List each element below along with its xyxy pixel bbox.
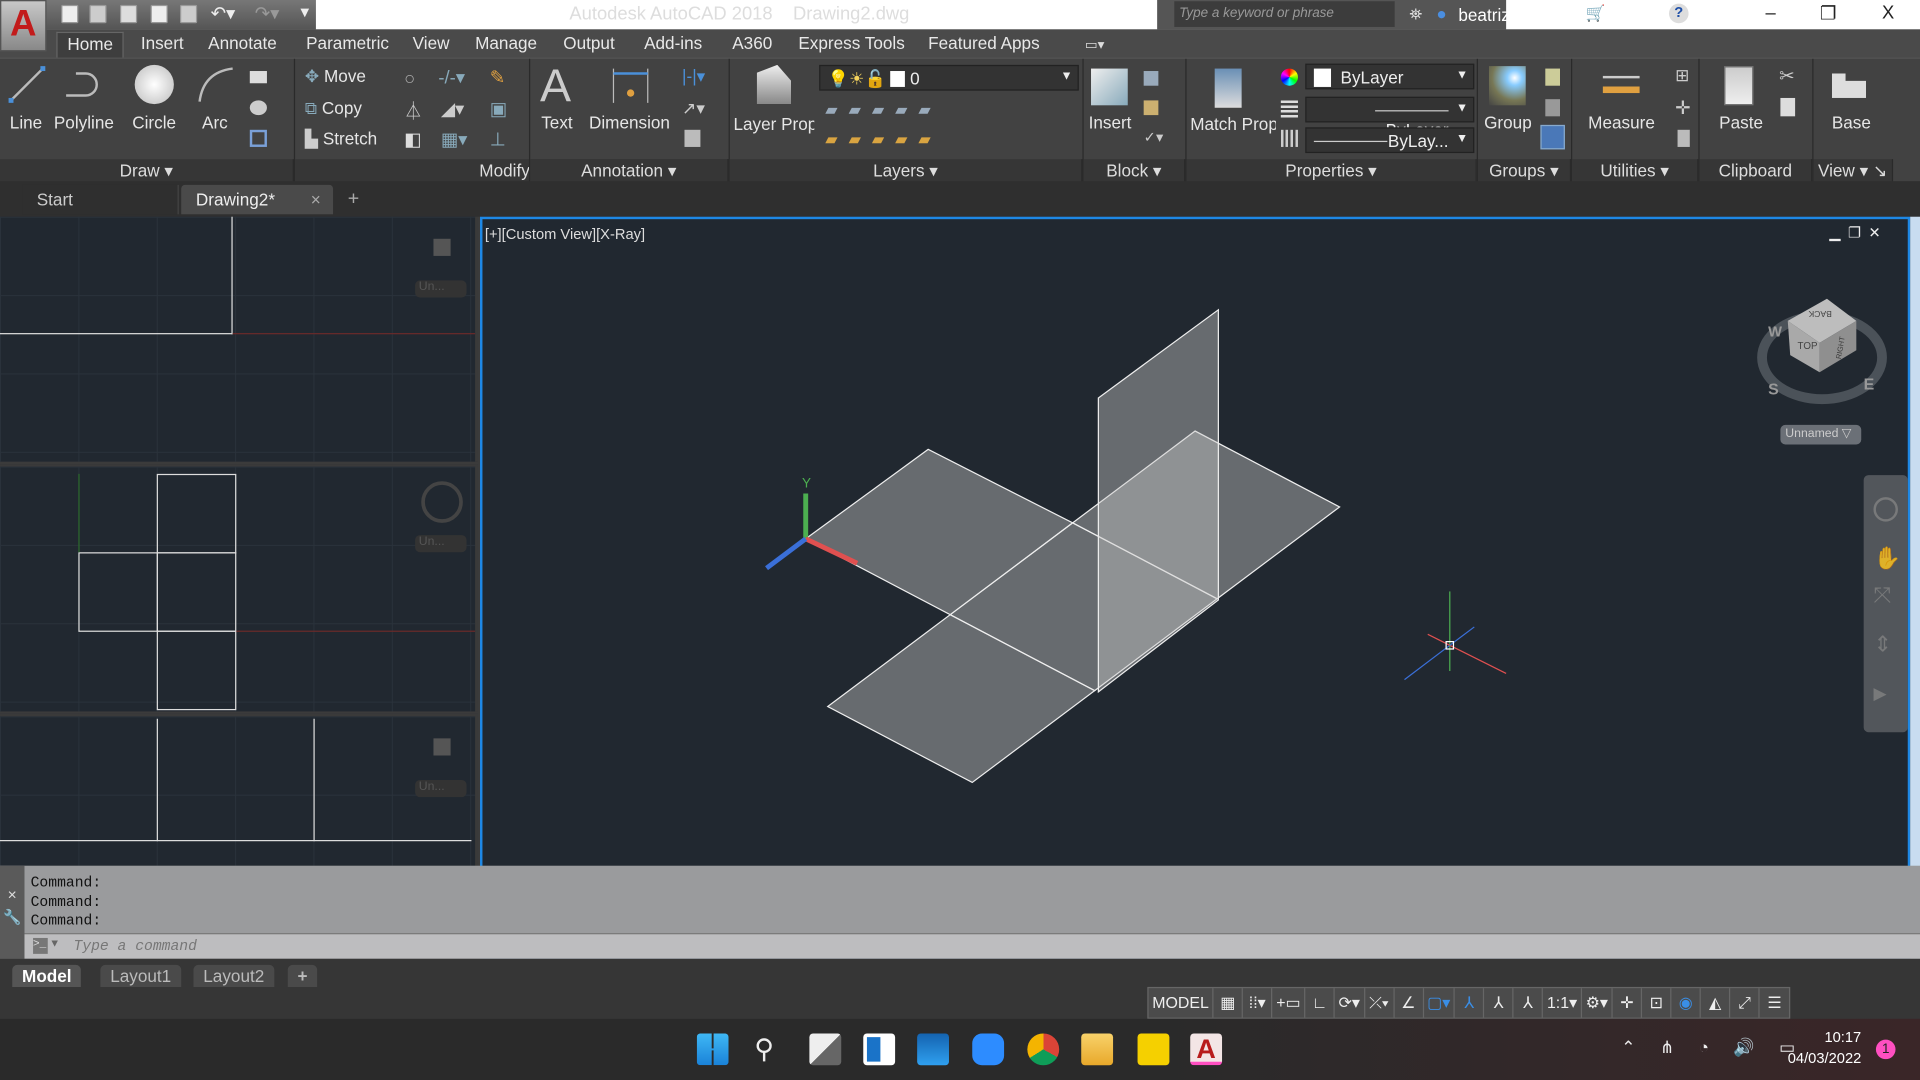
quick-properties-icon[interactable]: ◉ [1672,988,1701,1018]
sticky-notes-icon[interactable] [1137,1033,1170,1066]
history-line: Command: [30,874,102,892]
compass-s: S [1768,381,1779,398]
graphics-performance-icon[interactable]: ◭ [1701,988,1731,1018]
recent-commands-dropdown[interactable]: ▼ [51,938,58,950]
mail-icon[interactable] [917,1033,949,1066]
notification-badge[interactable]: 1 [1875,1039,1896,1060]
history-line: Command: [30,912,102,930]
named-view-dropdown[interactable]: Unnamed ▽ [1780,424,1862,445]
grid-icon[interactable]: ▦ [1214,988,1244,1018]
tab-model[interactable]: Model [12,964,82,987]
zoom-extents-icon[interactable]: ⤧ [1873,583,1891,609]
ucs-y-label: Y [802,475,811,490]
steering-wheel-icon[interactable] [1873,497,1898,522]
viewcube-top: TOP [1798,341,1818,352]
snap-icon[interactable]: ⁞⁞▾ [1243,988,1273,1018]
polar-tracking-icon[interactable]: ⟳▾ [1335,988,1365,1018]
autocad-taskbar-icon[interactable]: A [1190,1033,1223,1066]
history-line: Command: [30,893,102,911]
add-layout-button[interactable]: + [287,964,318,987]
viewcube-back: BACK [1808,309,1832,319]
command-placeholder: Type a command [73,937,197,956]
navigation-bar: ✋ ⤧ ⇕ ▶ [1863,475,1908,733]
ortho-icon[interactable]: ∟ [1305,988,1335,1018]
object-snap-icon[interactable]: ▢▾ [1424,988,1456,1018]
file-explorer-icon[interactable] [1081,1033,1114,1066]
command-input[interactable]: >_ ▼ Type a command [24,933,1920,959]
command-window: ✕ 🔧 Command: Command: Command: >_ ▼ Type… [0,865,1920,959]
crosshair-cursor [1404,591,1507,681]
workspace-gear-icon[interactable]: ⚙▾ [1582,988,1613,1018]
clock-date: 04/03/2022 [1787,1049,1862,1067]
showmotion-icon[interactable]: ▶ [1873,683,1886,704]
command-history: Command: Command: Command: [31,874,102,931]
customization-menu-icon[interactable]: ☰ [1760,988,1789,1017]
search-taskbar-icon[interactable]: ⚲ [754,1033,786,1065]
widgets-icon[interactable] [863,1033,896,1066]
object-snap-tracking-icon[interactable]: ∠ [1394,988,1424,1018]
auto-scale-icon[interactable]: ⅄ [1485,988,1514,1018]
dynamic-input-icon[interactable]: +▭ [1273,988,1306,1018]
windows-taskbar: ⚲ A ⌃ ⋔ ◔ 🔊 ▭ 10:17 04/03/2022 1 [0,1018,1920,1080]
compass-w: W [1768,325,1782,341]
viewcube[interactable]: TOP BACK RIGHT W S E [1757,298,1887,405]
status-bar: MODEL ▦ ⁞⁞▾ +▭ ∟ ⟳▾ ⤫▾ ∠ ▢▾ ⅄ ⅄ ⅄ 1:1▾ ⚙… [1147,986,1791,1019]
start-button[interactable] [696,1033,729,1066]
annotation-visibility-icon[interactable]: ⅄ [1455,988,1485,1018]
clean-screen-icon[interactable]: ⤢ [1730,988,1760,1018]
pan-icon[interactable]: ✋ [1873,546,1900,572]
annotation-monitor-icon[interactable]: ✛ [1613,988,1643,1018]
command-window-handle[interactable]: ✕ 🔧 [0,865,25,959]
system-tray-icons[interactable]: ⌃ ⋔ ◔ 🔊 ▭ [1621,1037,1805,1058]
close-command-icon[interactable]: ✕ [0,885,24,904]
chrome-icon[interactable] [1027,1033,1060,1066]
zoom-app-icon[interactable] [972,1033,1005,1066]
task-view-icon[interactable] [809,1033,842,1066]
command-prompt-icon[interactable]: >_ [33,937,48,954]
customize-wrench-icon[interactable]: 🔧 [0,909,24,927]
tab-layout1[interactable]: Layout1 [100,964,182,987]
face-vertical [1097,308,1219,694]
clock-time: 10:17 [1824,1028,1862,1046]
units-icon[interactable]: ⊡ [1642,988,1672,1018]
compass-e: E [1864,376,1875,393]
application-menu-button[interactable]: A [0,0,47,52]
isodraft-icon[interactable]: ⤫▾ [1365,988,1395,1018]
orbit-icon[interactable]: ⇕ [1873,632,1891,658]
clock[interactable]: 10:17 04/03/2022 [1787,1028,1862,1067]
tab-layout2[interactable]: Layout2 [193,964,275,987]
annotation-scale-dropdown[interactable]: 1:1▾ [1543,988,1582,1018]
model-space-button[interactable]: MODEL [1149,988,1214,1018]
annotation-scale-icon[interactable]: ⅄ [1514,988,1544,1018]
